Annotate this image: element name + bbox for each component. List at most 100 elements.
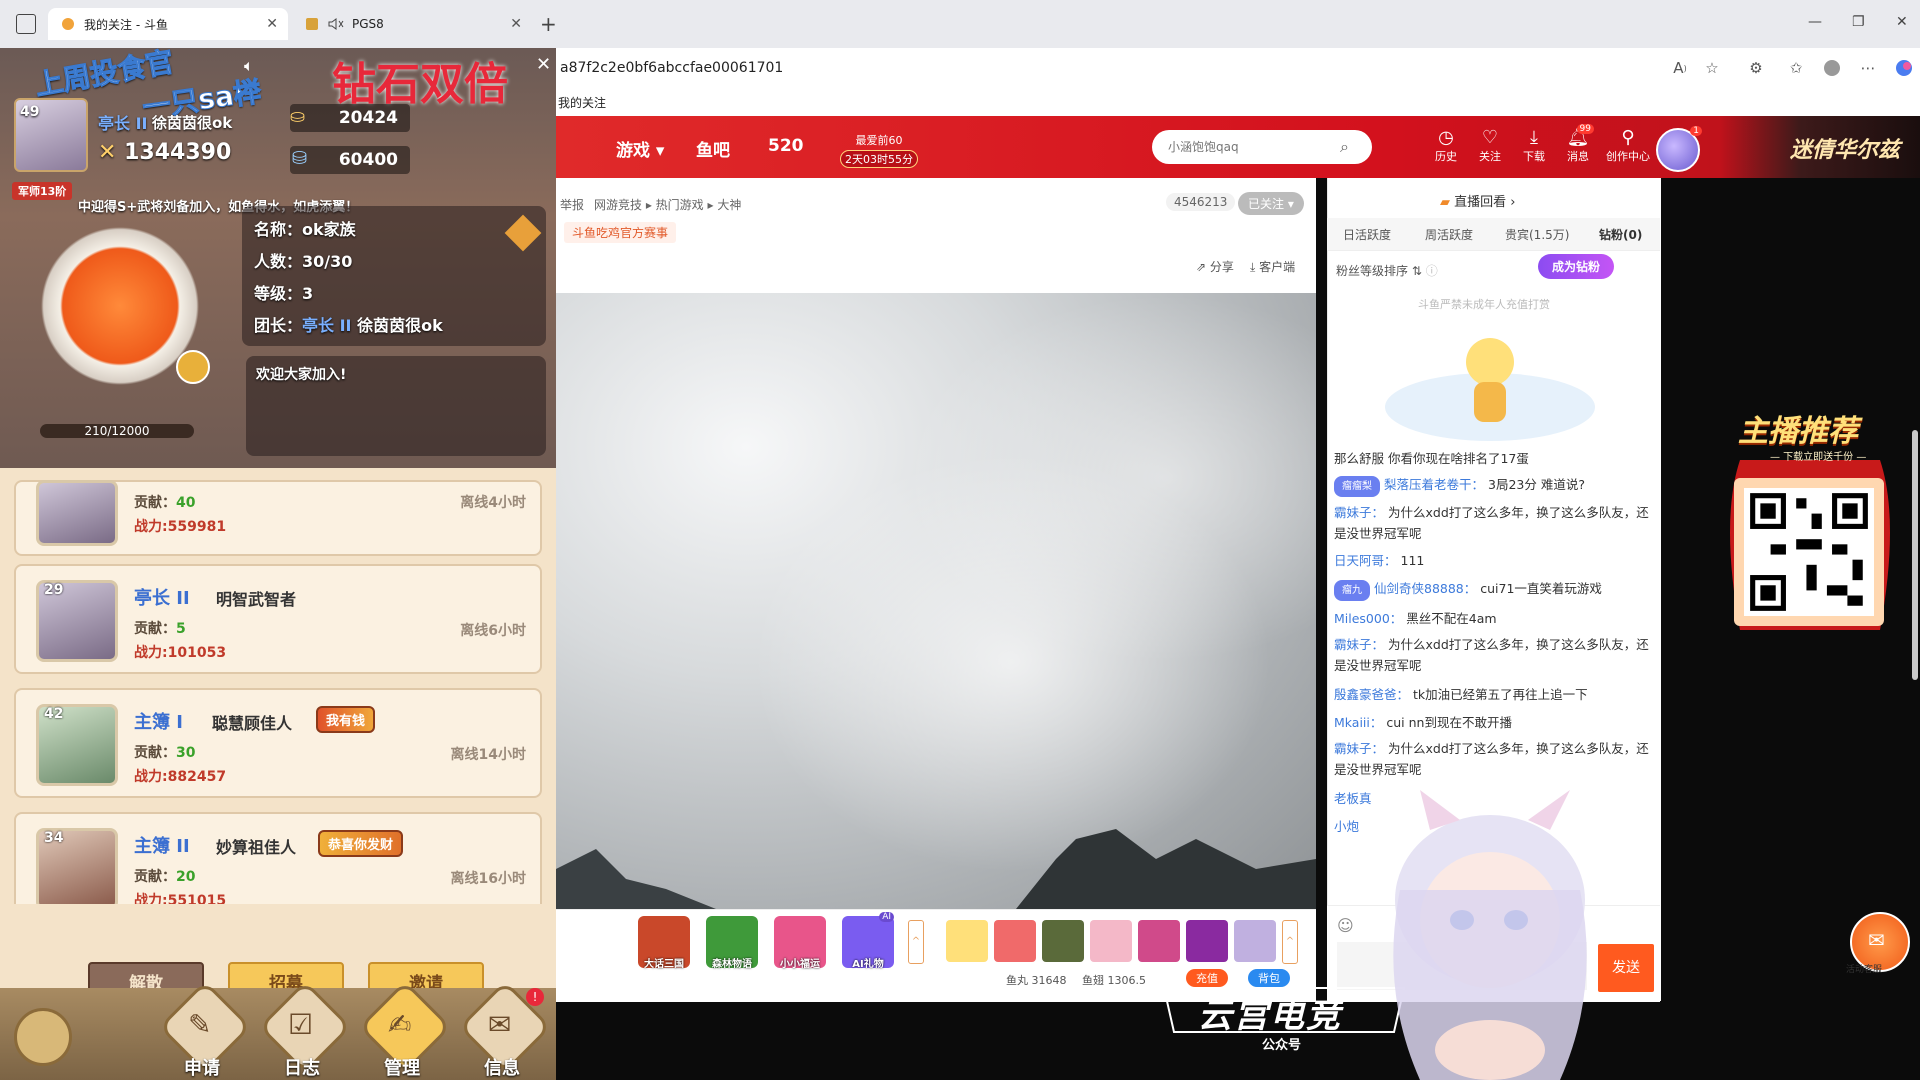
- header-follow[interactable]: ♡ 关注: [1470, 128, 1510, 164]
- gift-ai[interactable]: AI礼物 AI: [842, 912, 894, 970]
- back-arrow-icon[interactable]: [14, 1008, 72, 1066]
- chat-username[interactable]: 小炮: [1334, 819, 1359, 834]
- gift-little-luck[interactable]: 小小福运: [774, 916, 826, 970]
- member-avatar: [36, 480, 118, 546]
- minimize-button[interactable]: —: [1808, 14, 1822, 30]
- user-avatar[interactable]: 1: [1656, 126, 1702, 172]
- promo-countdown[interactable]: 最爱前60 2天03时55分: [840, 132, 918, 168]
- footer-manage[interactable]: ✍ 管理: [358, 980, 452, 1079]
- qr-code-box[interactable]: [1734, 478, 1884, 626]
- nav-games[interactable]: 游戏 ▾: [616, 136, 664, 161]
- nav-fish-bar[interactable]: 鱼吧: [696, 136, 730, 161]
- header-history[interactable]: ◷ 历史: [1426, 128, 1466, 164]
- gift-item[interactable]: [994, 920, 1036, 962]
- gift-item[interactable]: [1138, 920, 1180, 962]
- info-icon: ✉: [488, 1008, 512, 1041]
- footer-log[interactable]: ☑ 日志: [258, 980, 352, 1079]
- tab-daily-active[interactable]: 日活跃度: [1343, 226, 1391, 243]
- chat-username[interactable]: 殷鑫豪爸爸：: [1334, 687, 1409, 702]
- search-input[interactable]: [1166, 139, 1340, 155]
- message-badge: 99: [1576, 124, 1594, 134]
- member-card[interactable]: 42 主簿 I 聪慧顾佳人 我有钱 贡献：30 战力:882457 离线14小时: [14, 688, 542, 798]
- fan-rank-sort[interactable]: 粉丝等级排序 ⇅ ⓘ: [1336, 262, 1438, 279]
- gift-item[interactable]: [1186, 920, 1228, 962]
- chat-username[interactable]: 仙剑奇侠88888：: [1374, 581, 1476, 596]
- new-tab-button[interactable]: +: [540, 12, 557, 36]
- profile-icon[interactable]: [1822, 58, 1842, 78]
- client-button[interactable]: ⤓ 客户端: [1250, 258, 1295, 275]
- sidebar-toggle-icon[interactable]: [16, 14, 36, 34]
- close-window-button[interactable]: ✕: [1896, 14, 1908, 30]
- close-tab-icon[interactable]: ✕: [510, 16, 522, 32]
- extensions-icon[interactable]: ⚙: [1746, 58, 1766, 78]
- gift-scroll-icon[interactable]: ^: [1282, 920, 1298, 964]
- chat-message: 瘤瘤梨 梨落压着老卷干： 3局23分 难道说?: [1334, 474, 1652, 497]
- apply-icon: ✎: [188, 1008, 212, 1041]
- tab-weekly-active[interactable]: 周活跃度: [1425, 226, 1473, 243]
- nav-520[interactable]: 520: [768, 136, 804, 156]
- become-diamond-button[interactable]: 成为钻粉: [1538, 254, 1615, 279]
- refresh-icon[interactable]: [176, 350, 210, 384]
- favorite-star-icon[interactable]: ☆: [1702, 58, 1722, 78]
- game-close-icon[interactable]: ✕: [536, 54, 551, 75]
- replay-link[interactable]: ▰ 直播回看 ›: [1440, 191, 1515, 210]
- footer-apply[interactable]: ✎ 申请: [158, 980, 252, 1079]
- gift-item[interactable]: [946, 920, 988, 962]
- tab-diamond-fans[interactable]: 钻粉(0): [1599, 226, 1642, 243]
- member-card[interactable]: 贡献：40 战力:559981 离线4小时: [14, 480, 542, 556]
- gift-forest-story[interactable]: 森林物语: [706, 916, 758, 970]
- gift-dahua-sanguo[interactable]: 大话三国: [638, 916, 690, 970]
- game-volume-icon[interactable]: 🔈︎: [244, 56, 254, 76]
- tab-vip[interactable]: 贵宾(1.5万): [1505, 226, 1569, 243]
- gift-item[interactable]: [1042, 920, 1084, 962]
- header-download[interactable]: ⤓ 下载: [1514, 128, 1554, 164]
- url-field[interactable]: a87f2c2e0bf6abccfae00061701: [560, 60, 783, 76]
- report-link[interactable]: 举报: [560, 196, 584, 213]
- help-icon[interactable]: ⓘ: [1426, 264, 1438, 278]
- muted-speaker-icon[interactable]: [328, 16, 344, 32]
- gift-scroll-up-icon[interactable]: ^: [908, 920, 924, 964]
- video-player[interactable]: [556, 293, 1316, 909]
- chat-message: 那么舒服 你看你现在啥排名了17蛋: [1334, 451, 1529, 466]
- restore-button[interactable]: ❐: [1852, 14, 1865, 30]
- tab-douyu[interactable]: 我的关注 - 斗鱼 ✕: [48, 8, 288, 40]
- page-scrollbar[interactable]: [1912, 430, 1918, 680]
- browser-tab-bar: 我的关注 - 斗鱼 ✕ PGS8 ✕ + — ❐ ✕: [0, 0, 1920, 48]
- header-creator[interactable]: ⚲ 创作中心: [1604, 128, 1652, 164]
- pubg-favicon-icon: [304, 16, 320, 32]
- read-aloud-icon[interactable]: A): [1670, 58, 1690, 78]
- chat-username[interactable]: Miles000：: [1334, 611, 1402, 626]
- token-icon[interactable]: ⛁: [292, 148, 307, 169]
- search-icon[interactable]: ⌕: [1340, 137, 1349, 157]
- emoji-icon[interactable]: ☺: [1337, 916, 1354, 935]
- chat-username[interactable]: 梨落压着老卷干：: [1384, 477, 1484, 492]
- copilot-icon[interactable]: [1894, 58, 1914, 78]
- share-button[interactable]: ⇗ 分享: [1196, 258, 1234, 275]
- favorites-icon[interactable]: ✩: [1786, 58, 1806, 78]
- gold-ingot-icon[interactable]: ⛀: [290, 106, 305, 127]
- header-message[interactable]: 🔔︎ 消息 99: [1558, 124, 1598, 164]
- member-name: 明智武智者: [216, 590, 297, 609]
- close-tab-icon[interactable]: ✕: [266, 16, 278, 32]
- chat-username[interactable]: 日天阿哥：: [1334, 553, 1397, 568]
- chat-username[interactable]: 霸妹子：: [1334, 637, 1384, 652]
- guild-head-row: 团长：亭长 II 徐茵茵很ok: [254, 316, 443, 335]
- tab-pgs8[interactable]: PGS8 ✕: [292, 8, 532, 40]
- chat-username[interactable]: 霸妹子：: [1334, 505, 1384, 520]
- chat-username[interactable]: 霸妹子：: [1334, 741, 1384, 756]
- member-level: 29: [44, 582, 64, 598]
- more-menu-icon[interactable]: ⋯: [1858, 58, 1878, 78]
- warning-icon[interactable]: [504, 214, 542, 252]
- gift-item[interactable]: [1090, 920, 1132, 962]
- chat-username[interactable]: Mkaiii：: [1334, 715, 1382, 730]
- favorite-my-follow[interactable]: 我的关注: [558, 94, 606, 111]
- member-card[interactable]: 29 亭长 II 明智武智者 贡献：5 战力:101053 离线6小时: [14, 564, 542, 674]
- room-tag[interactable]: 斗鱼吃鸡官方赛事: [564, 222, 677, 243]
- footer-info[interactable]: ✉ 信息 !: [458, 980, 552, 1079]
- replay-icon: ▰: [1440, 195, 1455, 210]
- promo-title: 主播推荐: [1738, 414, 1858, 449]
- mascot-illustration: [1385, 338, 1595, 441]
- follow-button[interactable]: 已关注 ▾: [1238, 192, 1304, 215]
- category-breadcrumb[interactable]: 网游竞技 ▸ 热门游戏 ▸ 大神: [594, 196, 741, 213]
- gift-item[interactable]: [1234, 920, 1276, 962]
